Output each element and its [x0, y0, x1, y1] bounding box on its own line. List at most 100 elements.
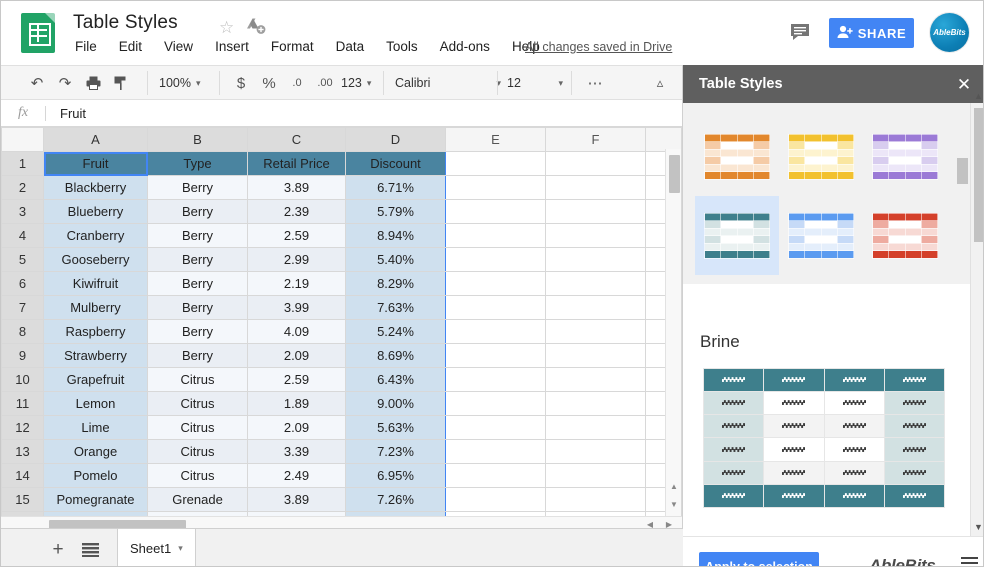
cell-A11[interactable]: Lemon	[43, 391, 148, 416]
menu-item-view[interactable]: View	[162, 38, 195, 55]
menu-item-edit[interactable]: Edit	[117, 38, 144, 55]
currency-format-button[interactable]: $	[227, 66, 255, 100]
cell-C14[interactable]: 2.49	[247, 463, 346, 488]
row-header-8[interactable]: 8	[1, 319, 44, 344]
column-header-c[interactable]: C	[247, 127, 346, 152]
save-status-link[interactable]: All changes saved in Drive	[525, 40, 672, 54]
cell-empty[interactable]	[445, 199, 546, 224]
row-header-1[interactable]: 1	[1, 151, 44, 176]
cell-D6[interactable]: 8.29%	[345, 271, 446, 296]
row-header-4[interactable]: 4	[1, 223, 44, 248]
cell-A8[interactable]: Raspberry	[43, 319, 148, 344]
move-to-drive-icon[interactable]	[246, 17, 266, 35]
cell-empty[interactable]	[545, 199, 646, 224]
font-size-select[interactable]: 12	[507, 66, 521, 100]
cell-D10[interactable]: 6.43%	[345, 367, 446, 392]
chevron-down-icon[interactable]: ▾	[558, 78, 563, 89]
cell-B11[interactable]: Citrus	[147, 391, 248, 416]
cell-A14[interactable]: Pomelo	[43, 463, 148, 488]
cell-empty[interactable]	[445, 319, 546, 344]
column-header-a[interactable]: A	[43, 127, 148, 152]
cell-A3[interactable]: Blueberry	[43, 199, 148, 224]
menu-item-insert[interactable]: Insert	[213, 38, 251, 55]
row-header-13[interactable]: 13	[1, 439, 44, 464]
cell-D13[interactable]: 7.23%	[345, 439, 446, 464]
cell-empty[interactable]	[445, 463, 546, 488]
cell-header-A1[interactable]: Fruit	[43, 151, 148, 176]
cell-empty[interactable]	[545, 175, 646, 200]
vertical-scrollbar-thumb[interactable]	[669, 155, 680, 193]
cell-empty[interactable]	[545, 343, 646, 368]
row-header-7[interactable]: 7	[1, 295, 44, 320]
cell-C13[interactable]: 3.39	[247, 439, 346, 464]
menu-item-file[interactable]: File	[73, 38, 99, 55]
style-thumbnail-purple-style[interactable]	[863, 117, 947, 196]
column-header-f[interactable]: F	[545, 127, 646, 152]
cell-D8[interactable]: 5.24%	[345, 319, 446, 344]
cell-B6[interactable]: Berry	[147, 271, 248, 296]
formula-input[interactable]: Fruit	[60, 106, 86, 121]
spreadsheet-grid[interactable]: ABCDEF 1 Fruit Type Retail Price Discount 2 Bl…	[1, 127, 682, 516]
cell-empty[interactable]	[545, 295, 646, 320]
cell-A6[interactable]: Kiwifruit	[43, 271, 148, 296]
cell-D12[interactable]: 5.63%	[345, 415, 446, 440]
cell-B13[interactable]: Citrus	[147, 439, 248, 464]
sidebar-scrollbar-thumb[interactable]	[974, 108, 983, 242]
cell-empty[interactable]	[445, 295, 546, 320]
cell-empty[interactable]	[545, 151, 646, 176]
column-header-b[interactable]: B	[147, 127, 248, 152]
row-header-2[interactable]: 2	[1, 175, 44, 200]
cell-D9[interactable]: 8.69%	[345, 343, 446, 368]
cell-empty[interactable]	[545, 247, 646, 272]
undo-icon[interactable]: ↶	[23, 66, 51, 100]
sidebar-scroll-down-icon[interactable]: ▼	[974, 522, 983, 532]
cell-A13[interactable]: Orange	[43, 439, 148, 464]
column-header-partial[interactable]	[645, 127, 682, 152]
cell-empty[interactable]	[445, 271, 546, 296]
print-icon[interactable]	[79, 66, 107, 100]
cell-A5[interactable]: Gooseberry	[43, 247, 148, 272]
cell-empty[interactable]	[445, 343, 546, 368]
cell-A7[interactable]: Mulberry	[43, 295, 148, 320]
redo-icon[interactable]: ↷	[51, 66, 79, 100]
cell-D3[interactable]: 5.79%	[345, 199, 446, 224]
cell-C8[interactable]: 4.09	[247, 319, 346, 344]
cell-C11[interactable]: 1.89	[247, 391, 346, 416]
sidebar-scroll-up-icon[interactable]: ▲	[974, 91, 983, 101]
cell-B10[interactable]: Citrus	[147, 367, 248, 392]
cell-header-B1[interactable]: Type	[147, 151, 248, 176]
menu-item-data[interactable]: Data	[334, 38, 367, 55]
cell-empty[interactable]	[545, 439, 646, 464]
cell-B9[interactable]: Berry	[147, 343, 248, 368]
avatar[interactable]: AbleBits	[930, 13, 969, 52]
row-header-14[interactable]: 14	[1, 463, 44, 488]
cell-D11[interactable]: 9.00%	[345, 391, 446, 416]
share-button[interactable]: SHARE	[829, 18, 914, 48]
cell-B4[interactable]: Berry	[147, 223, 248, 248]
cell-B12[interactable]: Citrus	[147, 415, 248, 440]
cell-empty[interactable]	[445, 367, 546, 392]
font-family-select[interactable]: Calibri	[395, 66, 430, 100]
row-header-11[interactable]: 11	[1, 391, 44, 416]
cell-empty[interactable]	[545, 319, 646, 344]
cell-A9[interactable]: Strawberry	[43, 343, 148, 368]
cell-header-D1[interactable]: Discount	[345, 151, 446, 176]
select-all-corner[interactable]	[1, 127, 44, 152]
cell-B8[interactable]: Berry	[147, 319, 248, 344]
collapse-toolbar-icon[interactable]: ▵	[646, 66, 674, 100]
style-thumbnail-yellow-style[interactable]	[779, 117, 863, 196]
cell-empty[interactable]	[445, 439, 546, 464]
zoom-select[interactable]: 100% ▾	[159, 66, 201, 100]
cell-empty[interactable]	[545, 415, 646, 440]
cell-C6[interactable]: 2.19	[247, 271, 346, 296]
cell-C5[interactable]: 2.99	[247, 247, 346, 272]
cell-B3[interactable]: Berry	[147, 199, 248, 224]
increase-decimal-button[interactable]: .00	[311, 66, 339, 100]
menu-item-addons[interactable]: Add-ons	[438, 38, 492, 55]
row-header-3[interactable]: 3	[1, 199, 44, 224]
cell-B15[interactable]: Grenade	[147, 487, 248, 512]
cell-C10[interactable]: 2.59	[247, 367, 346, 392]
sidebar-scrollbar[interactable]: ▲ ▼	[970, 91, 983, 536]
cell-header-C1[interactable]: Retail Price	[247, 151, 346, 176]
cell-empty[interactable]	[445, 391, 546, 416]
